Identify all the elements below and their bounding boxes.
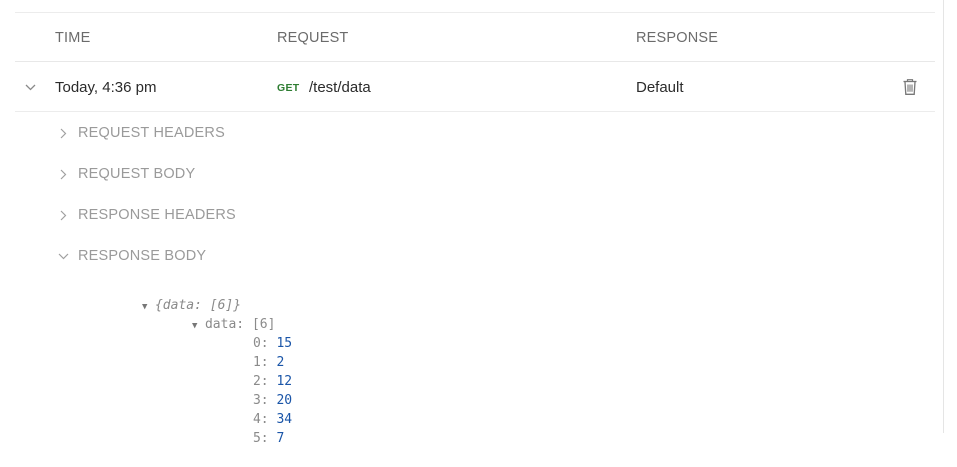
chevron-right-icon [57, 127, 69, 139]
json-index: 5: [252, 431, 269, 446]
entry-time: Today, 4:36 pm [55, 79, 157, 96]
section-request-body[interactable]: REQUEST BODY [57, 163, 195, 185]
method-badge: GET [277, 82, 300, 94]
request-log-panel: TIME REQUEST RESPONSE Today, 4:36 pm GET… [0, 0, 957, 446]
section-response-body[interactable]: RESPONSE BODY [57, 245, 206, 267]
column-header-request: REQUEST [277, 30, 349, 46]
response-name: Default [636, 79, 684, 96]
request-path: /test/data [309, 79, 371, 96]
trash-icon[interactable] [902, 78, 918, 96]
chevron-down-icon [57, 250, 69, 262]
section-label: RESPONSE HEADERS [78, 207, 236, 223]
column-header-response: RESPONSE [636, 30, 719, 46]
table-row[interactable]: Today, 4:36 pm GET /test/data Default [15, 62, 935, 112]
right-divider [943, 0, 944, 433]
chevron-right-icon [57, 168, 69, 180]
chevron-down-icon[interactable] [24, 81, 36, 93]
section-label: REQUEST BODY [78, 166, 196, 182]
section-label: RESPONSE BODY [78, 248, 207, 264]
json-array-item: 5: 7 [206, 410, 284, 467]
chevron-right-icon [57, 209, 69, 221]
section-label: REQUEST HEADERS [78, 125, 225, 141]
column-header-time: TIME [55, 30, 91, 46]
section-request-headers[interactable]: REQUEST HEADERS [57, 122, 225, 144]
section-response-headers[interactable]: RESPONSE HEADERS [57, 204, 236, 226]
json-value: 7 [276, 431, 285, 446]
triangle-down-icon[interactable]: ▼ [192, 317, 205, 336]
table-header: TIME REQUEST RESPONSE [15, 13, 935, 62]
